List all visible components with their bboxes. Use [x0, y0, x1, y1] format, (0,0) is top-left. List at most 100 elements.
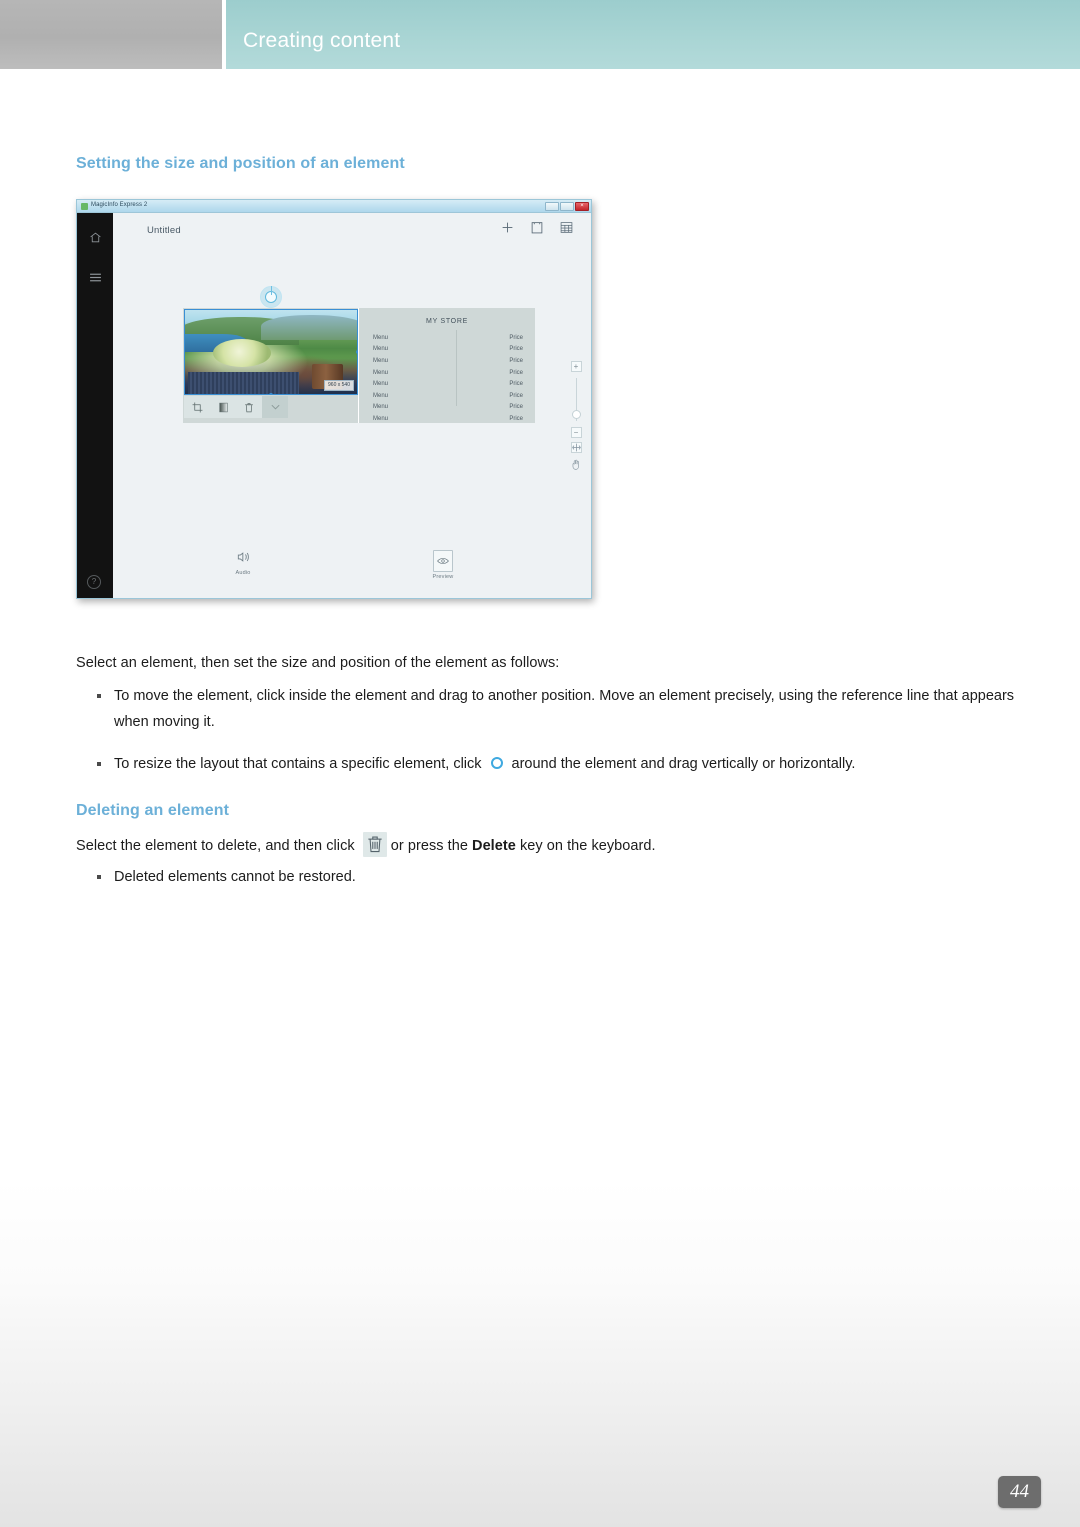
slide-work-area: 960 x 540 MY STORE Menu Price Menu Price…: [183, 286, 535, 423]
menu-price: Price: [509, 381, 523, 388]
intro-paragraph: Select an element, then set the size and…: [76, 655, 560, 671]
element-dimension-label: 960 x 540: [324, 380, 354, 391]
help-icon[interactable]: ?: [87, 575, 101, 589]
table-row: Menu Price: [373, 378, 523, 390]
resize-circle-icon: [490, 757, 503, 769]
table-row: Menu Price: [373, 344, 523, 356]
zoom-controls: + −: [568, 361, 584, 475]
resize-handle-bottom[interactable]: [269, 393, 273, 394]
app-topbar: Untitled: [113, 213, 591, 249]
document-title[interactable]: Untitled: [147, 225, 181, 236]
knob-stem: [270, 286, 272, 295]
bullet-text-after: around the element and drag vertically o…: [511, 756, 856, 772]
menu-price: Price: [509, 369, 523, 376]
fill-icon[interactable]: [210, 396, 236, 418]
preview-button[interactable]: Preview: [413, 550, 473, 580]
menu-name: Menu: [373, 392, 389, 399]
menu-price: Price: [509, 415, 523, 422]
delete-text-middle: or press the: [390, 838, 468, 854]
slide: 960 x 540 MY STORE Menu Price Menu Price…: [183, 286, 535, 423]
app-logo-icon: [81, 203, 88, 210]
window-titlebar: MagicInfo Express 2 ×: [77, 200, 591, 213]
app-left-rail: ?: [77, 213, 113, 598]
menu-name: Menu: [373, 357, 389, 364]
slide-left-region[interactable]: 960 x 540: [183, 286, 359, 423]
minimize-button[interactable]: [545, 202, 559, 211]
delete-text-before: Select the element to delete, and then c…: [76, 838, 355, 854]
hand-tool-icon[interactable]: [571, 457, 581, 475]
table-row: Menu Price: [373, 402, 523, 414]
menu-name: Menu: [373, 369, 389, 376]
section-heading-size-position: Setting the size and position of an elem…: [76, 155, 405, 172]
table-row: Menu Price: [373, 332, 523, 344]
menu-name: Menu: [373, 415, 389, 422]
trash-icon[interactable]: [236, 396, 262, 418]
close-button[interactable]: ×: [575, 202, 589, 211]
crop-icon[interactable]: [184, 396, 210, 418]
deleting-paragraph: Select the element to delete, and then c…: [76, 832, 1016, 859]
zoom-slider-track[interactable]: [571, 378, 581, 421]
menu-price: Price: [509, 334, 523, 341]
menu-name: Menu: [373, 404, 389, 411]
element-toolbar: [184, 396, 288, 418]
table-row: Menu Price: [373, 390, 523, 402]
speaker-icon: [237, 550, 250, 567]
size-position-bullets: To move the element, click inside the el…: [76, 683, 1016, 777]
bullet-text: To move the element, click inside the el…: [114, 688, 1015, 730]
topbar-actions: [501, 221, 573, 239]
zoom-slider-thumb[interactable]: [571, 410, 581, 419]
add-icon[interactable]: [501, 221, 514, 239]
menu-price: Price: [509, 404, 523, 411]
preview-eye-icon: [433, 550, 453, 572]
zoom-out-button[interactable]: −: [570, 427, 582, 438]
page-header: Creating content: [0, 0, 1080, 69]
selected-image-element[interactable]: 960 x 540: [184, 309, 358, 395]
table-icon[interactable]: [560, 221, 573, 239]
resize-layout-knob[interactable]: [259, 286, 282, 308]
menu-price: Price: [509, 392, 523, 399]
delete-key-bold: Delete: [472, 838, 516, 854]
menu-price: Price: [509, 346, 523, 353]
deleting-bullets: Deleted elements cannot be restored.: [76, 864, 1016, 890]
table-row: Menu Price: [373, 413, 523, 425]
page-icon[interactable]: [531, 221, 543, 239]
list-item: To move the element, click inside the el…: [76, 683, 1016, 735]
image-tree: [212, 338, 271, 368]
home-icon[interactable]: [77, 231, 113, 249]
maximize-button[interactable]: [560, 202, 574, 211]
list-item: To resize the layout that contains a spe…: [76, 751, 1016, 777]
audio-label: Audio: [235, 570, 251, 576]
table-row: Menu Price: [373, 367, 523, 379]
slide-right-region[interactable]: MY STORE Menu Price Menu Price Menu Pric…: [359, 308, 535, 423]
page-title: Creating content: [243, 29, 401, 52]
audio-button[interactable]: Audio: [213, 550, 273, 576]
app-screenshot-figure: MagicInfo Express 2 × ? Untitled 960 x 5…: [76, 199, 592, 599]
list-item: Deleted elements cannot be restored.: [76, 864, 1016, 890]
store-title: MY STORE: [426, 318, 468, 325]
trash-icon: [362, 832, 387, 857]
page-number-badge: 44: [998, 1476, 1041, 1508]
zoom-in-button[interactable]: +: [570, 361, 582, 372]
resize-handle-right[interactable]: [356, 350, 357, 354]
menu-name: Menu: [373, 346, 389, 353]
preview-label: Preview: [432, 574, 454, 580]
bottom-actions: Audio Preview: [113, 550, 591, 580]
menu-name: Menu: [373, 334, 389, 341]
window-buttons: ×: [545, 202, 589, 211]
fit-to-screen-icon[interactable]: [570, 442, 582, 453]
section-heading-deleting: Deleting an element: [76, 802, 230, 819]
app-canvas: Untitled 960 x 540 MY STORE Menu Price M…: [113, 213, 591, 598]
image-roof: [188, 372, 299, 394]
bullet-text: Deleted elements cannot be restored.: [114, 869, 356, 885]
chevron-down-icon[interactable]: [262, 396, 288, 418]
window-title-text: MagicInfo Express 2: [91, 202, 148, 208]
image-hill-right: [260, 315, 357, 341]
menu-price: Price: [509, 357, 523, 364]
store-menu-rows: Menu Price Menu Price Menu Price Menu Pr…: [373, 332, 523, 425]
bullet-text-before: To resize the layout that contains a spe…: [114, 756, 482, 772]
table-row: Menu Price: [373, 355, 523, 367]
header-grey-block: [0, 0, 222, 69]
menu-name: Menu: [373, 381, 389, 388]
hamburger-menu-icon[interactable]: [77, 270, 113, 288]
delete-text-after: key on the keyboard.: [519, 838, 656, 854]
